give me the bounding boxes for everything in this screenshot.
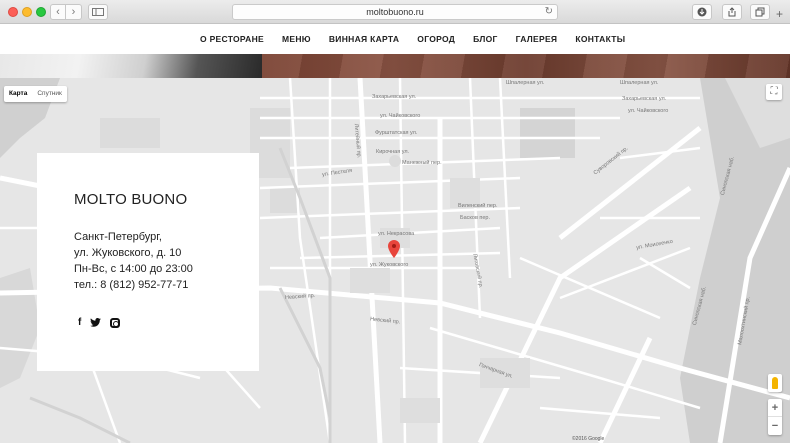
- maximize-window-button[interactable]: [36, 7, 46, 17]
- nav-item-wine-list[interactable]: ВИННАЯ КАРТА: [329, 34, 399, 44]
- fullscreen-icon[interactable]: ⛶: [766, 84, 782, 100]
- street-label: Шпалерная ул.: [506, 80, 545, 86]
- restaurant-title: MOLTO BUONO: [74, 191, 188, 208]
- street-label: ул. Некрасова: [378, 231, 415, 237]
- restaurant-address: Санкт-Петербург, ул. Жуковского, д. 10 П…: [74, 229, 193, 293]
- address-bar[interactable]: moltobuono.ru ↻: [232, 4, 558, 20]
- nav-item-gallery[interactable]: ГАЛЕРЕЯ: [516, 34, 558, 44]
- street-label: Шпалерная ул.: [620, 80, 659, 86]
- social-links: f: [78, 317, 121, 328]
- close-window-button[interactable]: [8, 7, 18, 17]
- downloads-button[interactable]: [692, 4, 712, 20]
- new-tab-button[interactable]: +: [776, 7, 783, 21]
- nav-item-blog[interactable]: БЛОГ: [473, 34, 498, 44]
- contact-card: MOLTO BUONO Санкт-Петербург, ул. Жуковск…: [37, 153, 259, 371]
- nav-item-contacts[interactable]: КОНТАКТЫ: [575, 34, 625, 44]
- reload-icon[interactable]: ↻: [545, 5, 553, 19]
- instagram-icon[interactable]: [110, 317, 121, 328]
- map-type-control: Карта Спутник: [4, 86, 67, 102]
- phone-number[interactable]: тел.: 8 (812) 952-77-71: [74, 277, 193, 293]
- street-label: Фурштатская ул.: [375, 130, 418, 136]
- street-label: Басков пер.: [460, 215, 491, 221]
- map-marker-icon[interactable]: [388, 240, 400, 258]
- street-label: Захарьевская ул.: [622, 96, 667, 102]
- minimize-window-button[interactable]: [22, 7, 32, 17]
- hero-image: [0, 54, 790, 78]
- street-label: Виленский пер.: [458, 203, 498, 209]
- browser-toolbar: ‹ › moltobuono.ru ↻ +: [0, 0, 790, 24]
- hero-image-left: [0, 54, 262, 78]
- url-text: moltobuono.ru: [366, 7, 424, 17]
- street-view-pegman-icon[interactable]: [768, 374, 782, 392]
- nav-item-menu[interactable]: МЕНЮ: [282, 34, 311, 44]
- map-type-satellite-button[interactable]: Спутник: [32, 86, 67, 102]
- nav-links: О РЕСТОРАНЕ МЕНЮ ВИННАЯ КАРТА ОГОРОД БЛО…: [200, 34, 643, 44]
- sidebar-toggle-button[interactable]: [88, 4, 108, 20]
- marker-street-label: ул. Жуковского: [370, 262, 409, 268]
- map-type-map-button[interactable]: Карта: [4, 86, 32, 102]
- street-label: ул. Чайковского: [628, 108, 669, 114]
- zoom-control: + −: [768, 399, 782, 435]
- share-button[interactable]: [722, 4, 742, 20]
- address-street: ул. Жуковского, д. 10: [74, 247, 182, 259]
- twitter-icon[interactable]: [90, 318, 102, 327]
- street-label: ул. Чайковского: [380, 113, 421, 119]
- opening-hours: Пн-Вс, с 14:00 до 23:00: [74, 263, 193, 275]
- tabs-overview-button[interactable]: [750, 4, 770, 20]
- nav-item-about[interactable]: О РЕСТОРАНЕ: [200, 34, 264, 44]
- address-city: Санкт-Петербург,: [74, 231, 162, 243]
- facebook-icon[interactable]: f: [78, 317, 81, 328]
- back-button[interactable]: ‹: [50, 4, 66, 20]
- map-copyright: ©2016 Google: [572, 436, 605, 442]
- forward-button[interactable]: ›: [66, 4, 82, 20]
- zoom-out-button[interactable]: −: [768, 417, 782, 435]
- street-label: Захарьевская ул.: [372, 94, 417, 100]
- street-label: Манежный пер.: [402, 160, 442, 166]
- site-navigation: О РЕСТОРАНЕ МЕНЮ ВИННАЯ КАРТА ОГОРОД БЛО…: [0, 24, 790, 54]
- zoom-in-button[interactable]: +: [768, 399, 782, 417]
- street-label: Кирочная ул.: [376, 149, 410, 155]
- nav-item-garden[interactable]: ОГОРОД: [417, 34, 455, 44]
